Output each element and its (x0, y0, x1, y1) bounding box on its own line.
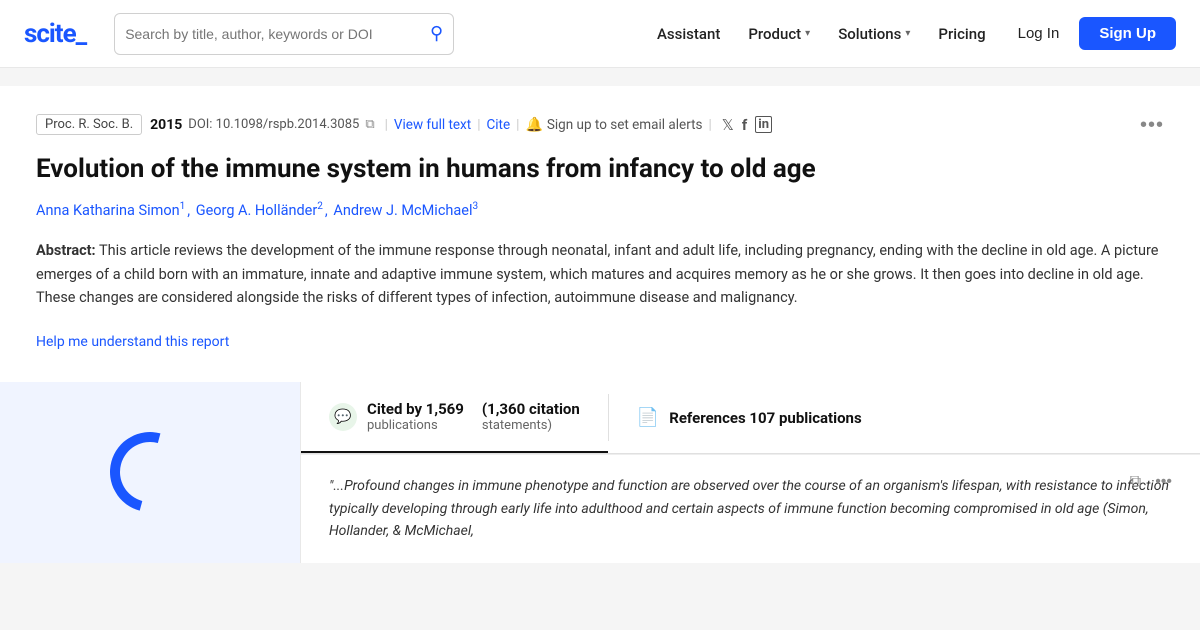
abstract: Abstract: This article reviews the devel… (36, 239, 1164, 311)
scite-logo-large (110, 432, 190, 512)
article-title: Evolution of the immune system in humans… (36, 153, 1164, 187)
author-2[interactable]: Georg A. Holländer2 (196, 202, 323, 219)
meta-bar: Proc. R. Soc. B. 2015 DOI: 10.1098/rspb.… (36, 114, 1164, 135)
view-full-text-link[interactable]: View full text (394, 117, 471, 133)
logo[interactable]: scite_ (24, 19, 86, 49)
tab-references[interactable]: 📄 References 107 publications (609, 382, 890, 453)
bottom-section: 💬 Cited by 1,569 publications (1,360 cit… (0, 382, 1200, 562)
nav-item-product[interactable]: Product ▾ (736, 19, 822, 49)
left-panel (0, 382, 300, 562)
authors: Anna Katharina Simon1, Georg A. Hollände… (36, 201, 1164, 219)
citation-statements-labels: (1,360 citation statements) (482, 400, 580, 433)
chevron-down-icon: ▾ (805, 28, 810, 39)
article-content: ••• Proc. R. Soc. B. 2015 DOI: 10.1098/r… (0, 86, 1200, 382)
bell-icon: 🔔 (525, 117, 542, 133)
citation-statements-main: (1,360 citation (482, 400, 580, 418)
nav-item-assistant[interactable]: Assistant (645, 19, 732, 49)
copy-doi-icon[interactable]: ⧉ (365, 117, 374, 132)
help-link[interactable]: Help me understand this report (36, 334, 229, 350)
author-1[interactable]: Anna Katharina Simon1 (36, 202, 185, 219)
doi-text: DOI: 10.1098/rspb.2014.3085 (188, 117, 359, 132)
document-icon: 📄 (637, 407, 659, 428)
search-wrapper: ⚲ (114, 13, 454, 55)
cite-link[interactable]: Cite (486, 117, 510, 133)
nav-item-pricing[interactable]: Pricing (926, 19, 997, 49)
search-button[interactable]: ⚲ (430, 23, 443, 44)
journal-badge: Proc. R. Soc. B. (36, 114, 142, 135)
c-shape-logo (95, 418, 204, 527)
citation-statements-sub: statements) (482, 418, 580, 433)
nav-item-solutions[interactable]: Solutions ▾ (826, 19, 922, 49)
statement-actions: ⧉ ••• (1130, 473, 1172, 491)
citation-quote: "...Profound changes in immune phenotype… (329, 478, 1169, 539)
social-icons: 𝕏 f in (722, 116, 772, 134)
facebook-icon[interactable]: f (742, 116, 747, 134)
tab-cited-by[interactable]: 💬 Cited by 1,569 publications (1,360 cit… (301, 382, 608, 453)
author-3[interactable]: Andrew J. McMichael3 (333, 202, 478, 219)
signup-button[interactable]: Sign Up (1079, 17, 1176, 50)
references-label: References 107 publications (669, 409, 861, 427)
more-options-button[interactable]: ••• (1140, 114, 1164, 137)
chevron-down-icon: ▾ (905, 28, 910, 39)
nav-links: Assistant Product ▾ Solutions ▾ Pricing … (645, 17, 1176, 50)
chat-bubble-icon: 💬 (329, 403, 357, 431)
cited-by-sub-label: publications (367, 418, 464, 433)
login-button[interactable]: Log In (1002, 18, 1076, 49)
search-input[interactable] (125, 26, 430, 42)
copy-statement-button[interactable]: ⧉ (1130, 473, 1141, 491)
email-alert-text: Sign up to set email alerts (547, 117, 703, 133)
tab-cited-by-labels: Cited by 1,569 publications (367, 400, 464, 433)
right-panel: 💬 Cited by 1,569 publications (1,360 cit… (300, 382, 1200, 562)
twitter-icon[interactable]: 𝕏 (722, 116, 734, 134)
citation-tabs: 💬 Cited by 1,569 publications (1,360 cit… (301, 382, 1200, 454)
linkedin-icon[interactable]: in (755, 116, 772, 133)
navbar: scite_ ⚲ Assistant Product ▾ Solutions ▾… (0, 0, 1200, 68)
more-statement-button[interactable]: ••• (1155, 473, 1172, 491)
abstract-body: This article reviews the development of … (36, 242, 1158, 307)
citation-statement: "...Profound changes in immune phenotype… (301, 454, 1200, 562)
search-icon: ⚲ (430, 23, 443, 44)
abstract-label: Abstract: (36, 242, 96, 259)
article-year: 2015 (150, 117, 182, 133)
cited-by-main-label: Cited by 1,569 (367, 400, 464, 418)
